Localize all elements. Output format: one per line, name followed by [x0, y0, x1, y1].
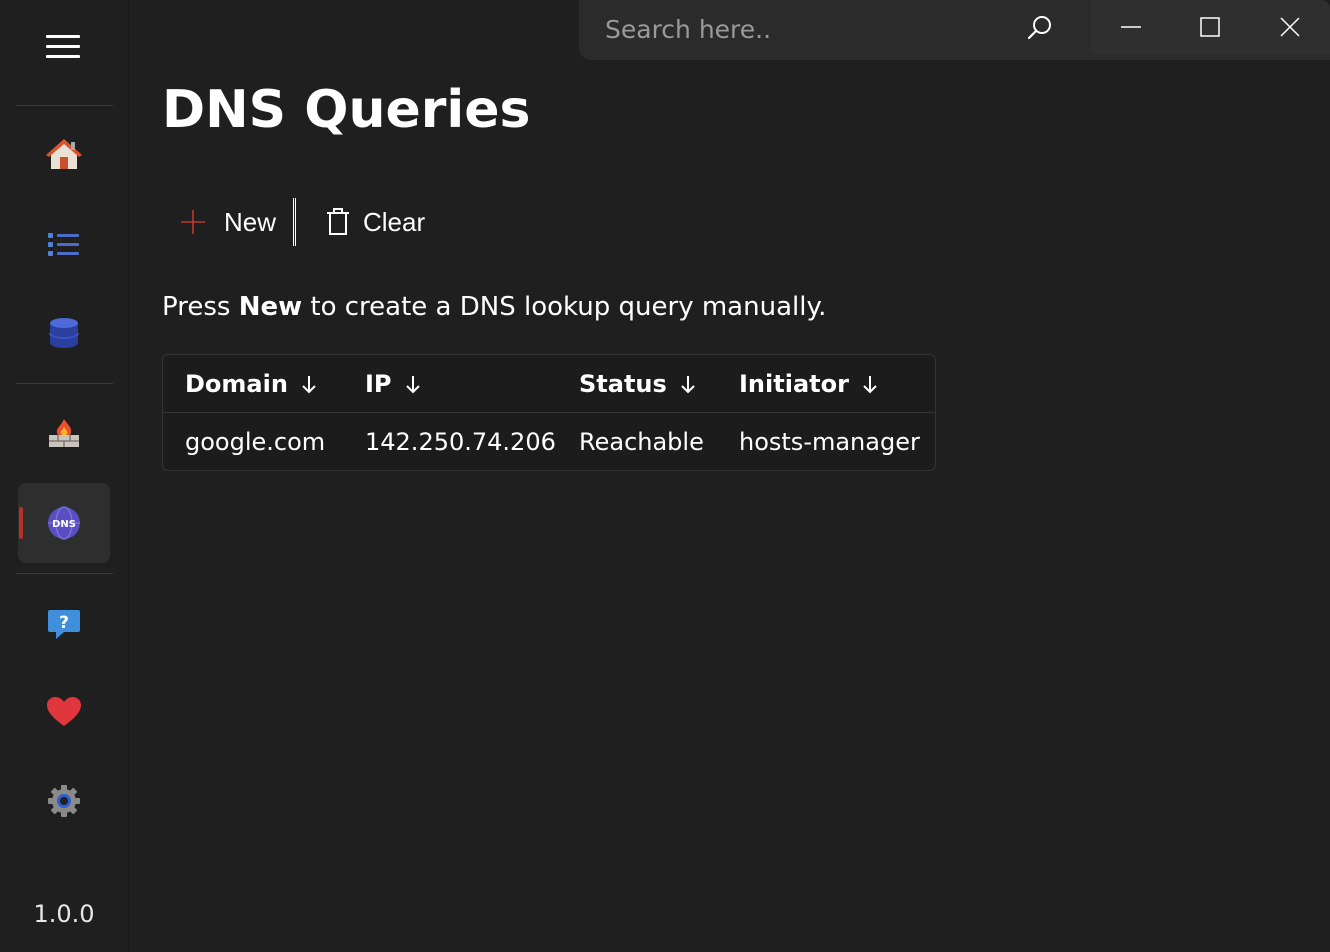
column-header-initiator[interactable]: Initiator [739, 355, 879, 412]
svg-text:DNS: DNS [52, 519, 76, 530]
new-button-label: New [224, 206, 277, 237]
column-header-label: Domain [185, 369, 288, 398]
help-icon: ? [48, 610, 80, 639]
minimize-button[interactable] [1091, 0, 1171, 54]
firewall-icon [49, 419, 79, 447]
sidebar-item-list[interactable] [18, 205, 110, 285]
sidebar-item-dns[interactable]: DNS [18, 483, 110, 563]
info-text-prefix: Press [162, 292, 239, 322]
sidebar-item-favorites[interactable] [18, 672, 110, 752]
table-header: Domain IP Status Initiator [163, 355, 935, 413]
sidebar-item-settings[interactable] [18, 761, 110, 841]
list-icon [48, 233, 79, 256]
column-header-ip[interactable]: IP [365, 355, 422, 412]
sort-down-icon [302, 375, 316, 393]
svg-text:?: ? [59, 613, 69, 633]
column-header-label: Status [579, 369, 667, 398]
cell-ip: 142.250.74.206 [365, 427, 556, 456]
column-header-label: Initiator [739, 369, 849, 398]
plus-icon [181, 210, 205, 234]
close-button[interactable] [1250, 0, 1330, 54]
dns-queries-table: Domain IP Status Initiator google.com 14… [162, 354, 936, 471]
sidebar-item-firewall[interactable] [18, 393, 110, 473]
search-input[interactable] [603, 8, 1007, 50]
column-header-status[interactable]: Status [579, 355, 697, 412]
column-header-label: IP [365, 369, 392, 398]
sidebar-divider [16, 383, 113, 384]
cell-initiator: hosts-manager [739, 427, 920, 456]
maximize-icon [1200, 17, 1220, 37]
table-row[interactable]: google.com 142.250.74.206 Reachable host… [163, 413, 935, 470]
sort-down-icon [405, 375, 420, 393]
new-button[interactable]: New [176, 196, 276, 248]
dns-globe-icon: DNS [48, 506, 80, 540]
cell-domain: google.com [185, 427, 326, 456]
info-text-new-keyword: New [238, 292, 303, 322]
sidebar-divider [16, 573, 113, 574]
gear-icon [48, 785, 80, 817]
sort-down-icon [863, 375, 877, 393]
column-header-domain[interactable]: Domain [185, 355, 318, 412]
clear-button-label: Clear [363, 206, 426, 237]
database-icon [49, 318, 79, 348]
close-icon [1280, 17, 1300, 37]
sidebar-divider [16, 105, 113, 106]
minimize-icon [1121, 26, 1141, 28]
sidebar-item-database[interactable] [18, 293, 110, 373]
hamburger-menu-icon[interactable] [44, 34, 82, 60]
maximize-button[interactable] [1170, 0, 1250, 54]
heart-icon [47, 697, 81, 726]
info-text-suffix: to create a DNS lookup query manually. [302, 292, 827, 322]
house-icon [46, 139, 82, 169]
toolbar-divider [293, 198, 296, 246]
info-text: Press New to create a DNS lookup query m… [162, 292, 826, 322]
title-bar [579, 0, 1330, 60]
cell-status: Reachable [579, 427, 704, 456]
page-title: DNS Queries [162, 80, 531, 140]
trash-icon [327, 208, 349, 235]
app-window: DNS ? 1.0.0 Search here.. DNS Queries Ne… [0, 0, 1330, 952]
sidebar: DNS ? 1.0.0 [0, 0, 129, 952]
sidebar-item-help[interactable]: ? [18, 583, 110, 663]
app-version: 1.0.0 [33, 900, 95, 928]
clear-button[interactable]: Clear [324, 196, 425, 248]
search-icon [1027, 16, 1051, 40]
sort-down-icon [681, 375, 695, 393]
search-button[interactable] [1019, 10, 1059, 46]
sidebar-item-home[interactable] [18, 115, 110, 195]
